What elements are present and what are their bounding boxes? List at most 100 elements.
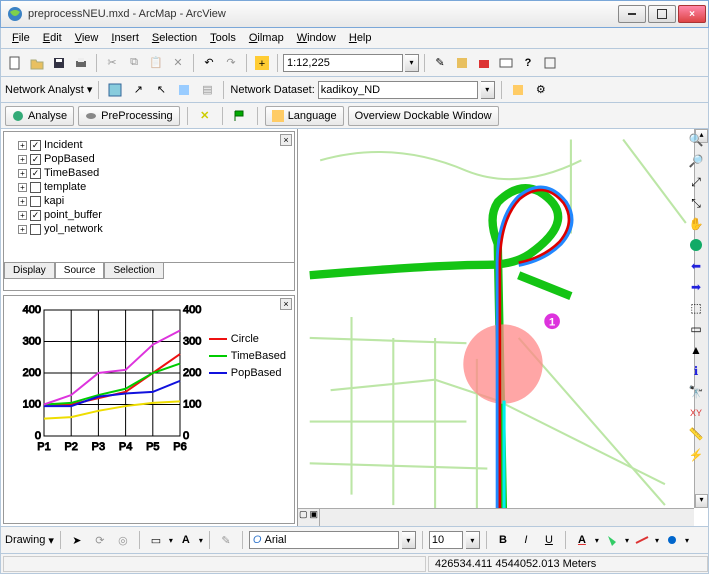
na-select-icon[interactable]: ↖ (151, 80, 171, 100)
help-icon[interactable]: ? (518, 53, 538, 73)
redo-icon[interactable]: ↷ (221, 53, 241, 73)
checkbox-icon[interactable] (30, 196, 41, 207)
checkbox-icon[interactable]: ✓ (30, 210, 41, 221)
measure-icon[interactable]: 📏 (687, 425, 705, 443)
save-icon[interactable] (49, 53, 69, 73)
edit-vertices-icon[interactable]: ✎ (216, 530, 236, 550)
network-analyst-label[interactable]: Network Analyst (5, 84, 84, 96)
marker-color-icon[interactable] (662, 530, 682, 550)
new-doc-icon[interactable] (5, 53, 25, 73)
checkbox-icon[interactable] (30, 182, 41, 193)
preprocessing-button[interactable]: PreProcessing (78, 106, 180, 126)
font-select[interactable]: OArial (249, 531, 399, 549)
scale-input[interactable] (283, 54, 403, 72)
editor-icon[interactable]: ✎ (430, 53, 450, 73)
chart-close-icon[interactable]: × (280, 298, 292, 310)
select-features-icon[interactable]: ⬚ (687, 299, 705, 317)
flag-yellow-icon[interactable]: ✕ (195, 106, 215, 126)
fill-color-dropdown[interactable]: ▾ (625, 536, 629, 545)
na-window-icon[interactable] (105, 80, 125, 100)
italic-icon[interactable]: I (516, 530, 536, 550)
map-canvas[interactable]: 1 (298, 129, 708, 526)
bold-icon[interactable]: B (493, 530, 513, 550)
map-view[interactable]: 1 ▴ ▾ ▢▣ (297, 129, 708, 526)
menu-file[interactable]: File (7, 30, 35, 46)
expand-icon[interactable]: + (18, 225, 27, 234)
print-icon[interactable] (71, 53, 91, 73)
pan-icon[interactable]: ✋ (687, 215, 705, 233)
underline-icon[interactable]: U (539, 530, 559, 550)
identify-icon[interactable]: ℹ (687, 362, 705, 380)
fixed-zoom-in-icon[interactable]: ⤢ (687, 173, 705, 191)
toc-layer[interactable]: +kapi (8, 194, 290, 208)
na-solve-icon[interactable] (174, 80, 194, 100)
command-icon[interactable] (496, 53, 516, 73)
map-hscrollbar[interactable]: ▢▣ (298, 508, 694, 526)
toc-tab-display[interactable]: Display (4, 263, 55, 279)
text-tool-icon[interactable]: A (176, 530, 196, 550)
menu-insert[interactable]: Insert (106, 30, 144, 46)
toc-layer[interactable]: +template (8, 180, 290, 194)
add-data-icon[interactable]: + (252, 53, 272, 73)
checkbox-icon[interactable]: ✓ (30, 154, 41, 165)
hyperlink-icon[interactable]: ⚡ (687, 446, 705, 464)
toc-layer[interactable]: +✓Incident (8, 138, 290, 152)
model-icon[interactable] (540, 53, 560, 73)
minimize-button[interactable] (618, 5, 646, 23)
goto-xy-icon[interactable]: XY (687, 404, 705, 422)
toc-layer[interactable]: +✓point_buffer (8, 208, 290, 222)
toolbox-icon[interactable] (474, 53, 494, 73)
find-icon[interactable]: 🔭 (687, 383, 705, 401)
line-color-dropdown[interactable]: ▾ (655, 536, 659, 545)
expand-icon[interactable]: + (18, 169, 27, 178)
font-size-select[interactable]: 10 (429, 531, 463, 549)
toc-tab-source[interactable]: Source (55, 263, 105, 279)
menu-view[interactable]: View (70, 30, 104, 46)
select-elements-icon[interactable]: ▲ (687, 341, 705, 359)
menu-selection[interactable]: Selection (147, 30, 202, 46)
open-icon[interactable] (27, 53, 47, 73)
next-extent-icon[interactable]: ➡ (687, 278, 705, 296)
marker-color-dropdown[interactable]: ▾ (685, 536, 689, 545)
catalog-icon[interactable] (452, 53, 472, 73)
prev-extent-icon[interactable]: ⬅ (687, 257, 705, 275)
checkbox-icon[interactable]: ✓ (30, 168, 41, 179)
network-dataset-dropdown[interactable]: ▾ (481, 81, 495, 99)
line-color-icon[interactable] (632, 530, 652, 550)
menu-help[interactable]: Help (344, 30, 377, 46)
data-view-icon[interactable]: ▢ (298, 509, 309, 526)
scroll-down-icon[interactable]: ▾ (695, 494, 708, 508)
rect-tool-icon[interactable]: ▭ (146, 530, 166, 550)
fill-color-icon[interactable] (602, 530, 622, 550)
full-extent-icon[interactable] (687, 236, 705, 254)
na-props-icon[interactable]: ⚙ (531, 80, 551, 100)
font-dropdown-icon[interactable]: ▾ (402, 531, 416, 549)
text-dropdown-icon[interactable]: ▾ (199, 536, 203, 545)
toc-layer[interactable]: +yol_network (8, 222, 290, 236)
toc-layer[interactable]: +✓PopBased (8, 152, 290, 166)
undo-icon[interactable]: ↶ (199, 53, 219, 73)
flag-green-icon[interactable] (230, 106, 250, 126)
scale-dropdown[interactable]: ▾ (405, 54, 419, 72)
menu-oilmap[interactable]: Oilmap (244, 30, 289, 46)
zoom-in-icon[interactable]: 🔍 (687, 131, 705, 149)
toc-tab-selection[interactable]: Selection (104, 263, 163, 279)
na-directions-icon[interactable]: ▤ (197, 80, 217, 100)
rotate-icon[interactable]: ⟳ (90, 530, 110, 550)
size-dropdown-icon[interactable]: ▾ (466, 531, 480, 549)
toc-layer[interactable]: +✓TimeBased (8, 166, 290, 180)
maximize-button[interactable] (648, 5, 676, 23)
drawing-label[interactable]: Drawing (5, 534, 45, 546)
checkbox-icon[interactable]: ✓ (30, 140, 41, 151)
checkbox-icon[interactable] (30, 224, 41, 235)
shape-dropdown-icon[interactable]: ▾ (169, 536, 173, 545)
toc-close-icon[interactable]: × (280, 134, 292, 146)
menu-edit[interactable]: Edit (38, 30, 67, 46)
overview-window-button[interactable]: Overview Dockable Window (348, 106, 499, 126)
analyse-button[interactable]: Analyse (5, 106, 74, 126)
expand-icon[interactable]: + (18, 155, 27, 164)
expand-icon[interactable]: + (18, 141, 27, 150)
language-button[interactable]: Language (265, 106, 344, 126)
paste-icon[interactable]: 📋 (146, 53, 166, 73)
expand-icon[interactable]: + (18, 197, 27, 206)
